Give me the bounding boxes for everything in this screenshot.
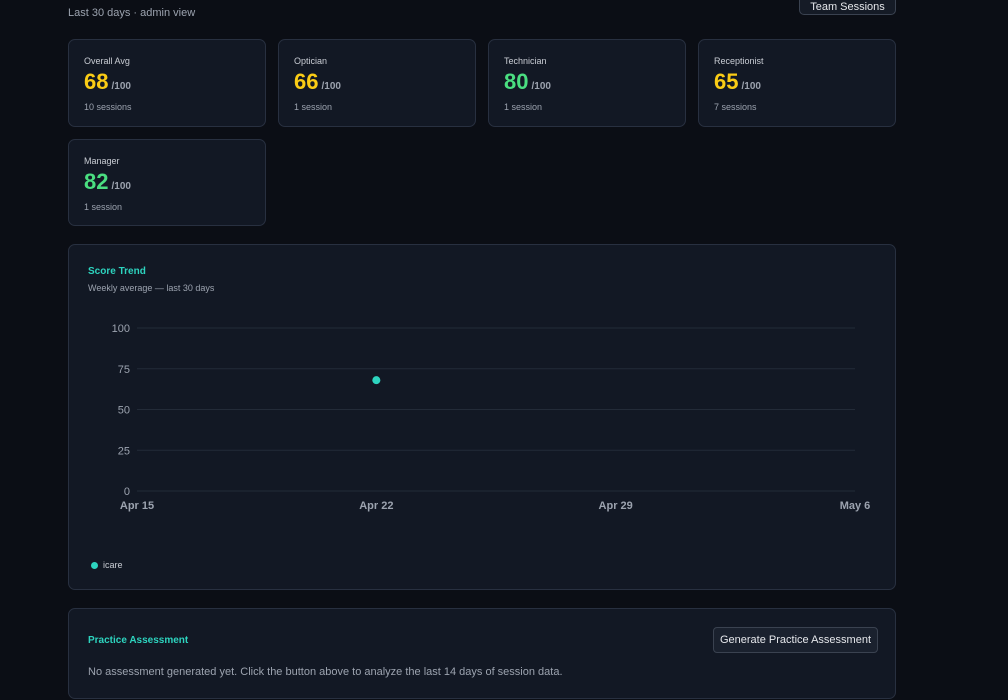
y-tick-label: 50 xyxy=(118,405,130,417)
legend-swatch xyxy=(91,561,98,569)
score-trend-chart: 0 25 50 75 100 Apr 15 Apr 22 Apr 29 May 6 xyxy=(112,323,871,512)
card-label: Optician xyxy=(294,56,328,66)
page-subtitle: Last 30 days · admin view xyxy=(68,7,196,19)
card-score-value: 82 xyxy=(84,169,109,194)
card-score-denominator: /100 xyxy=(531,81,551,92)
y-tick-label: 100 xyxy=(112,323,130,335)
assessment-empty-text: No assessment generated yet. Click the b… xyxy=(88,666,563,678)
card-label: Receptionist xyxy=(714,56,764,66)
card-sessions: 7 sessions xyxy=(714,102,757,112)
card-score-value: 65 xyxy=(714,69,739,94)
score-card-technician: Technician 80/100 1 session xyxy=(488,39,686,127)
x-tick-label: Apr 29 xyxy=(599,500,633,512)
card-label: Technician xyxy=(504,56,547,66)
x-tick-label: Apr 22 xyxy=(359,500,393,512)
card-sessions: 10 sessions xyxy=(84,102,132,112)
card-score: 65/100 xyxy=(714,69,895,100)
card-score: 82/100 xyxy=(84,169,265,200)
generate-assessment-button[interactable]: Generate Practice Assessment xyxy=(713,627,878,653)
practice-assessment-panel: Practice Assessment Generate Practice As… xyxy=(68,608,896,699)
card-sessions: 1 session xyxy=(504,102,543,112)
card-score: 68/100 xyxy=(84,69,265,100)
score-card-manager: Manager 82/100 1 session xyxy=(68,139,266,226)
y-tick-label: 75 xyxy=(118,364,130,376)
card-label: Overall Avg xyxy=(84,56,130,66)
team-sessions-button[interactable]: Team Sessions xyxy=(799,0,896,15)
data-point[interactable] xyxy=(372,376,381,385)
practice-assessment-title: Practice Assessment xyxy=(88,635,189,646)
card-score: 80/100 xyxy=(504,69,685,100)
x-tick-label: May 6 xyxy=(840,500,871,512)
card-sessions: 1 session xyxy=(84,202,123,212)
chart-legend: icare xyxy=(91,560,123,570)
y-tick-label: 0 xyxy=(124,486,130,498)
score-card-optician: Optician 66/100 1 session xyxy=(278,39,476,127)
card-score-value: 68 xyxy=(84,69,109,94)
legend-label: icare xyxy=(103,560,123,570)
x-tick-label: Apr 15 xyxy=(120,500,154,512)
score-card-overall: Overall Avg 68/100 10 sessions xyxy=(68,39,266,127)
card-score-value: 80 xyxy=(504,69,529,94)
y-tick-label: 25 xyxy=(118,445,130,457)
card-label: Manager xyxy=(84,156,120,166)
card-score-denominator: /100 xyxy=(111,181,131,192)
card-sessions: 1 session xyxy=(294,102,333,112)
card-score-denominator: /100 xyxy=(321,81,341,92)
dashboard-page: Last 30 days · admin view Team Sessions … xyxy=(0,0,1008,700)
score-trend-panel: Score Trend Weekly average — last 30 day… xyxy=(68,244,896,590)
card-score-denominator: /100 xyxy=(741,81,761,92)
card-score-denominator: /100 xyxy=(111,81,131,92)
card-score: 66/100 xyxy=(294,69,475,100)
card-score-value: 66 xyxy=(294,69,319,94)
score-card-receptionist: Receptionist 65/100 7 sessions xyxy=(698,39,896,127)
